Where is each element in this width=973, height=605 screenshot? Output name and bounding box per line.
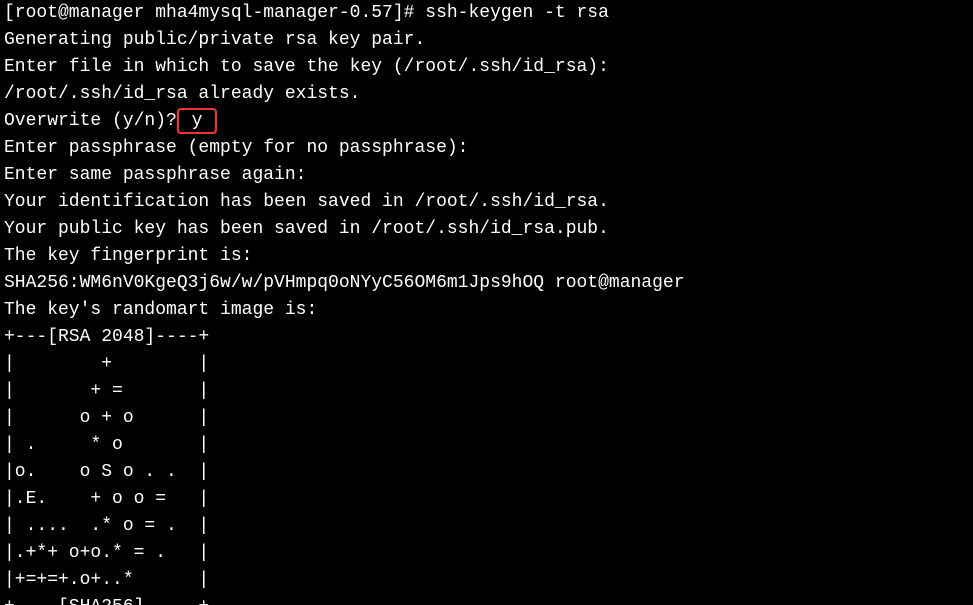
output-line: Enter file in which to save the key (/ro… [4, 57, 609, 77]
fingerprint-line: SHA256:WM6nV0KgeQ3j6w/w/pVHmpq0oNYyC56OM… [4, 273, 685, 293]
randomart-line: | o + o | [4, 408, 209, 428]
output-line: Enter same passphrase again: [4, 165, 306, 185]
randomart-line: | + = | [4, 381, 209, 401]
shell-prompt: [root@manager mha4mysql-manager-0.57]# [4, 3, 425, 23]
output-line: The key's randomart image is: [4, 300, 317, 320]
randomart-line: | .... .* o = . | [4, 516, 209, 536]
highlight-annotation: y [177, 108, 217, 134]
output-line: Enter passphrase (empty for no passphras… [4, 138, 468, 158]
randomart-line: | . * o | [4, 435, 209, 455]
randomart-line: |+=+=+.o+..* | [4, 570, 209, 590]
randomart-line: +----[SHA256]-----+ [4, 597, 209, 605]
randomart-line: | + | [4, 354, 209, 374]
output-line: Your public key has been saved in /root/… [4, 219, 609, 239]
output-line: Generating public/private rsa key pair. [4, 30, 425, 50]
output-line: /root/.ssh/id_rsa already exists. [4, 84, 360, 104]
randomart-line: +---[RSA 2048]----+ [4, 327, 209, 347]
output-line: The key fingerprint is: [4, 246, 252, 266]
user-input-y: y [192, 111, 203, 131]
command-text: ssh-keygen -t rsa [425, 3, 609, 23]
output-line: Overwrite (y/n)? [4, 111, 177, 131]
output-line: Your identification has been saved in /r… [4, 192, 609, 212]
randomart-line: |.E. + o o = | [4, 489, 209, 509]
terminal-output[interactable]: [root@manager mha4mysql-manager-0.57]# s… [0, 0, 973, 605]
randomart-line: |o. o S o . . | [4, 462, 209, 482]
randomart-line: |.+*+ o+o.* = . | [4, 543, 209, 563]
